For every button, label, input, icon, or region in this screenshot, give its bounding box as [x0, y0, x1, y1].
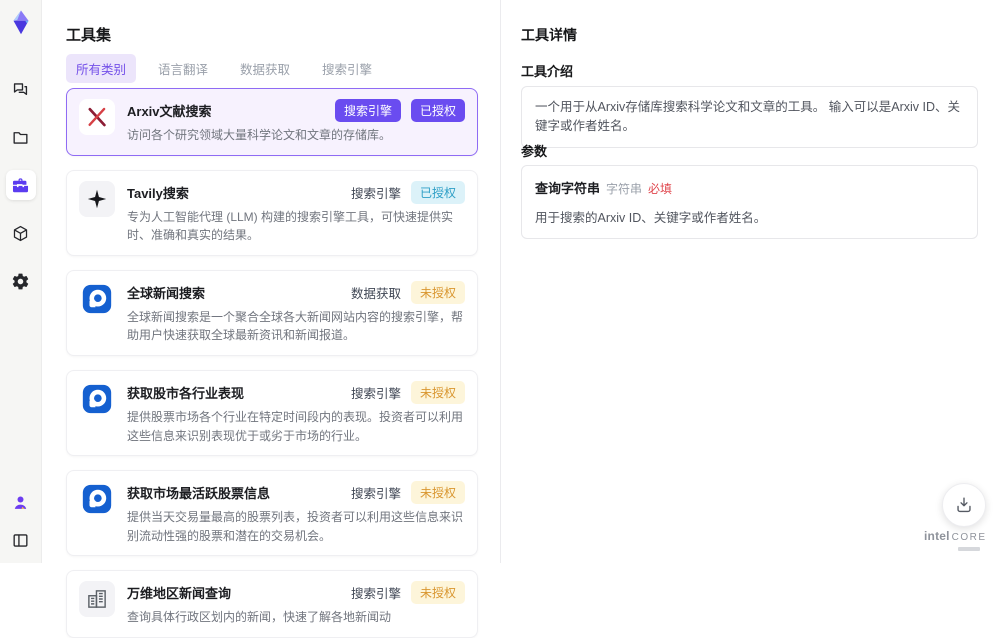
panel-toggle-icon[interactable] — [6, 525, 36, 555]
news-blue-icon — [79, 281, 115, 317]
chat-icon[interactable] — [6, 74, 36, 104]
tool-description: 提供当天交易量最高的股票列表，投资者可以利用这些信息来识别流动性强的股票和潜在的… — [127, 510, 464, 543]
sidebar-nav — [5, 74, 36, 296]
tool-description: 查询具体行政区划内的新闻，快速了解各地新闻动 — [127, 610, 392, 625]
app-logo-icon — [6, 8, 36, 38]
folder-icon[interactable] — [6, 122, 36, 152]
param-required-badge: 必填 — [648, 182, 673, 196]
settings-gear-icon[interactable] — [6, 266, 36, 296]
tool-description: 提供股票市场各个行业在特定时间段内的表现。投资者可以利用这些信息来识别表现优于或… — [127, 409, 464, 443]
param-type: 字符串 — [606, 182, 643, 196]
building-icon — [79, 581, 115, 618]
arxiv-icon — [79, 99, 115, 135]
tool-name: 万维地区新闻查询 — [127, 586, 232, 602]
tool-card[interactable]: 万维地区新闻查询 搜索引擎 未授权 查询具体行政区划内的新闻，快速了解各地新闻动 — [66, 570, 478, 638]
category-tab[interactable]: 语言翻译 — [148, 54, 218, 83]
stock-blue-icon — [79, 381, 115, 417]
category-tabs: 所有类别 语言翻译 数据获取 搜索引擎 — [66, 54, 382, 83]
tool-category-badge: 搜索引擎 — [350, 587, 401, 602]
tool-list-panel: 工具集 所有类别 语言翻译 数据获取 搜索引擎 Arxiv文献搜索 搜索引擎 已授权 … — [42, 0, 531, 638]
user-avatar-icon[interactable] — [6, 487, 36, 517]
stock-blue-icon — [79, 481, 115, 517]
param-box: 查询字符串 字符串 必填 用于搜索的Arxiv ID、关键字或作者姓名。 — [521, 165, 978, 239]
page-title: 工具集 — [66, 27, 112, 44]
tool-category-badge: 搜索引擎 — [350, 487, 401, 502]
param-description: 用于搜索的Arxiv ID、关键字或作者姓名。 — [535, 211, 767, 225]
tool-name: 获取市场最活跃股票信息 — [127, 486, 271, 502]
tool-status-badge: 已授权 — [410, 99, 465, 122]
detail-title: 工具详情 — [521, 27, 577, 43]
tool-status-badge: 未授权 — [410, 280, 465, 304]
tool-name: Tavily搜索 — [127, 185, 189, 201]
params-heading: 参数 — [521, 144, 548, 159]
tool-category-badge: 搜索引擎 — [334, 99, 401, 122]
toolbox-icon[interactable] — [5, 170, 36, 200]
tool-description: 全球新闻搜索是一个聚合全球各大新闻网站内容的搜索引擎，帮助用户快速获取全球最新资… — [127, 309, 464, 343]
tool-list: Arxiv文献搜索 搜索引擎 已授权 访问各个研究领域大量科学论文和文章的存储库… — [66, 88, 478, 638]
tool-category-badge: 搜索引擎 — [350, 386, 401, 401]
tavily-icon — [79, 180, 115, 217]
tool-status-badge: 未授权 — [410, 380, 465, 404]
category-tab[interactable]: 数据获取 — [230, 54, 300, 83]
tool-description: 访问各个研究领域大量科学论文和文章的存储库。 — [127, 128, 392, 142]
tool-status-badge: 未授权 — [410, 581, 465, 605]
icon-sidebar — [0, 0, 42, 563]
tool-card[interactable]: Tavily搜索 搜索引擎 已授权 专为人工智能代理 (LLM) 构建的搜索引擎… — [66, 169, 478, 256]
tool-status-badge: 未授权 — [410, 481, 465, 505]
category-tab[interactable]: 所有类别 — [66, 54, 137, 83]
cube-icon[interactable] — [6, 218, 36, 248]
tool-detail-panel: 工具详情 工具介绍 一个用于从Arxiv存储库搜索科学论文和文章的工具。 输入可… — [500, 0, 1000, 563]
tool-name: Arxiv文献搜索 — [127, 104, 212, 119]
sidebar-bottom — [6, 487, 36, 555]
intel-logo-bar — [958, 547, 980, 551]
download-button[interactable] — [942, 483, 986, 527]
param-name: 查询字符串 — [535, 181, 601, 196]
tool-category-badge: 数据获取 — [350, 286, 401, 301]
tool-name: 获取股市各行业表现 — [127, 385, 245, 401]
tool-status-badge: 已授权 — [410, 180, 465, 204]
tool-card[interactable]: Arxiv文献搜索 搜索引擎 已授权 访问各个研究领域大量科学论文和文章的存储库… — [66, 88, 478, 156]
tool-name: 全球新闻搜索 — [127, 285, 206, 301]
tool-card[interactable]: 获取股市各行业表现 搜索引擎 未授权 提供股票市场各个行业在特定时间段内的表现。… — [66, 369, 478, 457]
tool-card[interactable]: 全球新闻搜索 数据获取 未授权 全球新闻搜索是一个聚合全球各大新闻网站内容的搜索… — [66, 269, 478, 356]
tool-card[interactable]: 获取市场最活跃股票信息 搜索引擎 未授权 提供当天交易量最高的股票列表，投资者可… — [66, 470, 478, 557]
tool-description: 专为人工智能代理 (LLM) 构建的搜索引擎工具，可快速提供实时、准确和真实的结… — [127, 209, 454, 243]
intro-heading: 工具介绍 — [521, 64, 574, 79]
download-icon — [957, 497, 971, 513]
tool-category-badge: 搜索引擎 — [350, 186, 401, 201]
intro-box: 一个用于从Arxiv存储库搜索科学论文和文章的工具。 输入可以是Arxiv ID… — [521, 86, 978, 148]
intel-core-logo: intel CORE — [924, 528, 986, 551]
category-tab[interactable]: 搜索引擎 — [312, 54, 382, 83]
